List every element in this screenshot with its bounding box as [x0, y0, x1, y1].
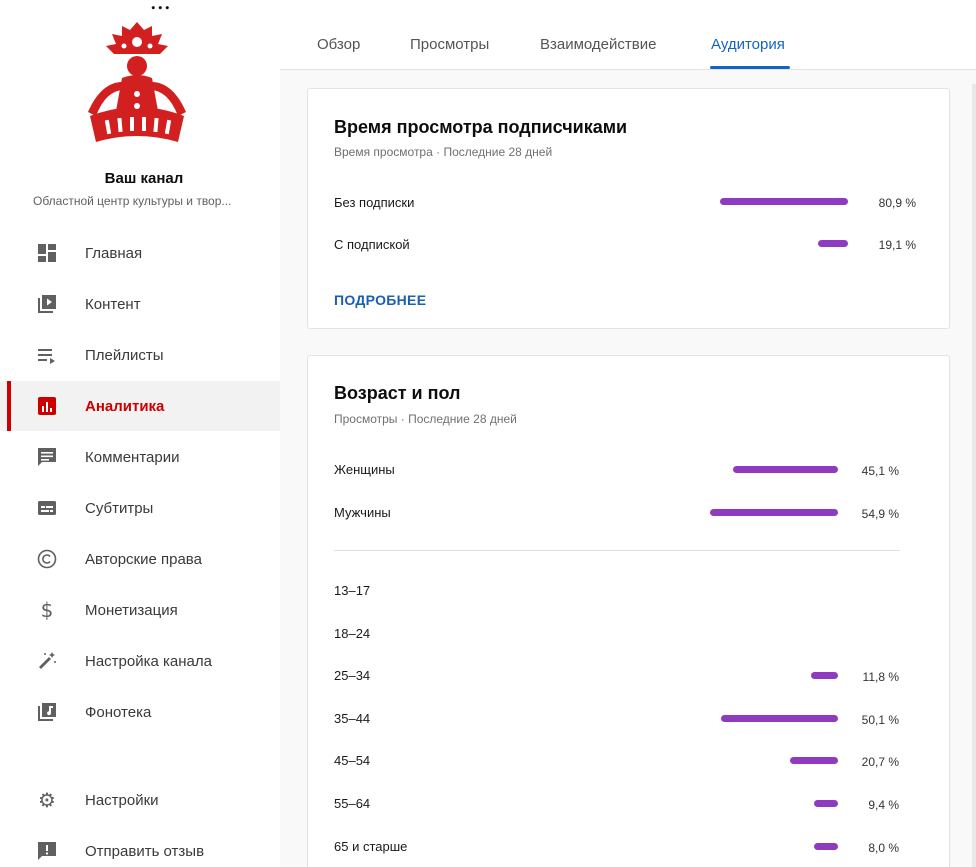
percentage-bar [814, 800, 838, 807]
percentage-value: 8,0 % [868, 841, 899, 855]
percentage-bar [732, 466, 838, 473]
sidebar-item-audio-library[interactable]: Фонотека [0, 687, 280, 737]
sidebar-item-label: Фонотека [85, 703, 152, 721]
analytics-main: Обзор Просмотры Взаимодействие Аудитория… [280, 14, 976, 867]
age-label: 35–44 [334, 711, 371, 726]
cropped-top-text: ... [0, 0, 976, 14]
percentage-bar [710, 509, 838, 516]
sidebar-item-monetization[interactable]: $ Монетизация [0, 585, 280, 635]
percentage-value: 45,1 % [861, 464, 899, 478]
age-label: 65 и старше [334, 839, 408, 854]
row-label: Без подписки [334, 195, 415, 210]
sidebar-item-comments[interactable]: Комментарии [0, 432, 280, 482]
more-details-link[interactable]: ПОДРОБНЕЕ [334, 292, 426, 308]
card-title: Время просмотра подписчиками [334, 117, 628, 137]
tab-audience[interactable]: Аудитория [711, 36, 785, 53]
sidebar-item-copyright[interactable]: Авторские права [0, 534, 280, 584]
percentage-bar [810, 672, 838, 679]
percentage-bar [720, 198, 848, 205]
sidebar-item-label: Комментарии [85, 448, 180, 466]
tab-views[interactable]: Просмотры [410, 36, 489, 53]
sidebar-item-settings[interactable]: ⚙ Настройки [0, 775, 280, 825]
audio-library-icon [36, 701, 58, 723]
sidebar-item-label: Аналитика [85, 397, 165, 415]
dashboard-icon [36, 242, 58, 264]
percentage-value: 54,9 % [861, 507, 899, 521]
sidebar-item-label: Главная [85, 244, 143, 262]
magic-wand-icon [36, 650, 58, 672]
age-gender-card: Возраст и пол Просмотры · Последние 28 д… [307, 355, 950, 867]
sidebar-item-label: Авторские права [85, 550, 202, 568]
percentage-value: 19,1 % [878, 238, 916, 252]
channel-title: Ваш канал [104, 170, 184, 187]
comments-icon [36, 446, 58, 468]
divider [334, 550, 900, 551]
video-library-icon [36, 293, 58, 315]
row-label: С подпиской [334, 237, 410, 252]
tab-overview[interactable]: Обзор [317, 36, 360, 53]
percentage-bar [789, 757, 838, 764]
percentage-bar [814, 843, 838, 850]
sidebar-item-label: Настройка канала [85, 652, 212, 670]
percentage-value: 11,8 % [862, 670, 899, 684]
percentage-value: 80,9 % [878, 196, 916, 210]
age-label: 13–17 [334, 583, 371, 598]
channel-logo[interactable] [82, 20, 192, 152]
percentage-bar [721, 715, 838, 722]
age-label: 45–54 [334, 753, 371, 768]
analytics-tabs: Обзор Просмотры Взаимодействие Аудитория [280, 14, 976, 70]
card-subtitle: Просмотры · Последние 28 дней [334, 412, 517, 426]
sidebar-item-playlists[interactable]: Плейлисты [0, 330, 280, 380]
cropped-top-text-line: ... [150, 0, 171, 14]
active-tab-indicator [710, 66, 790, 69]
tab-engagement[interactable]: Взаимодействие [540, 36, 656, 53]
card-title: Возраст и пол [334, 383, 461, 403]
sidebar: Ваш канал Областной центр культуры и тво… [0, 14, 280, 867]
sidebar-item-label: Субтитры [85, 499, 154, 517]
analytics-icon [36, 395, 58, 417]
age-label: 25–34 [334, 668, 371, 683]
sidebar-item-label: Контент [85, 295, 141, 313]
age-label: 55–64 [334, 796, 371, 811]
sidebar-item-label: Плейлисты [85, 346, 164, 364]
card-subtitle: Время просмотра · Последние 28 дней [334, 145, 553, 159]
gear-icon: ⚙ [38, 788, 56, 812]
percentage-value: 20,7 % [861, 755, 899, 769]
age-label: 18–24 [334, 626, 371, 641]
gender-label: Женщины [334, 462, 395, 477]
sidebar-item-label: Настройки [85, 791, 159, 809]
sidebar-item-home[interactable]: Главная [0, 228, 280, 278]
gender-label: Мужчины [334, 505, 391, 520]
subscriber-watch-time-card: Время просмотра подписчиками Время просм… [307, 88, 950, 329]
copyright-icon [36, 548, 58, 570]
sidebar-item-label: Отправить отзыв [85, 842, 205, 860]
dollar-icon: $ [40, 598, 54, 622]
percentage-value: 50,1 % [861, 713, 899, 727]
feedback-icon [36, 840, 58, 862]
sidebar-item-feedback[interactable]: Отправить отзыв [0, 826, 280, 867]
sidebar-item-customization[interactable]: Настройка канала [0, 636, 280, 686]
subtitles-icon [36, 497, 58, 519]
percentage-value: 9,4 % [868, 798, 899, 812]
channel-subtitle: Областной центр культуры и твор... [33, 194, 232, 208]
scroll-edge [972, 84, 976, 867]
sidebar-item-analytics[interactable]: Аналитика [0, 381, 280, 431]
playlist-icon [36, 344, 58, 366]
sidebar-item-subtitles[interactable]: Субтитры [0, 483, 280, 533]
percentage-bar [817, 240, 848, 247]
sidebar-item-label: Монетизация [85, 601, 178, 619]
sidebar-item-content[interactable]: Контент [0, 279, 280, 329]
